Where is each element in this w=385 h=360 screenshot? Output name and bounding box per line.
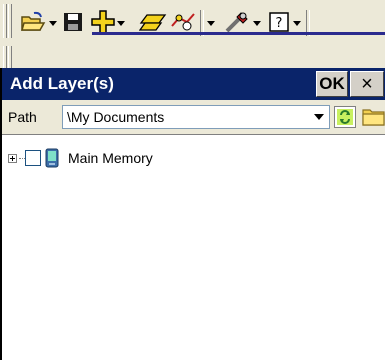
help-dropdown-arrow[interactable] [292,14,302,32]
pocket-pc-icon [44,148,60,168]
path-label: Path [8,109,37,125]
path-bar: Path \My Documents [2,100,385,134]
toolbar-grip[interactable] [8,46,12,68]
path-value: \My Documents [67,109,165,125]
toolbar-divider-line [92,32,385,35]
save-icon[interactable] [58,7,88,37]
svg-text:?: ? [276,16,283,31]
toolbar-grip[interactable] [3,4,7,38]
add-layer-dropdown-arrow[interactable] [116,14,126,32]
close-button[interactable]: × [350,71,384,97]
tree-item-label: Main Memory [68,150,153,166]
tree-item-main-memory[interactable]: Main Memory [8,147,153,169]
path-combobox[interactable]: \My Documents [62,105,330,129]
dialog-title: Add Layer(s) [10,74,114,93]
refresh-icon[interactable] [334,106,356,128]
toolbar-grip[interactable] [8,4,12,38]
open-dropdown-arrow[interactable] [48,14,58,32]
tools-dropdown-arrow[interactable] [252,14,262,32]
browse-folder-icon[interactable] [362,107,385,127]
main-toolbar: ? [0,0,385,46]
secondary-toolbar [0,46,385,68]
chevron-down-icon[interactable] [311,108,327,126]
expand-plus-icon[interactable] [8,153,17,163]
ok-button[interactable]: OK [316,71,348,97]
open-folder-icon[interactable] [18,7,48,37]
layer-checkbox[interactable] [25,150,41,166]
layer-tree[interactable]: Main Memory [2,134,385,360]
add-layers-dialog: Add Layer(s) OK × Path \My Documents Mai… [0,68,385,360]
toolbar-grip[interactable] [3,46,7,68]
dialog-titlebar: Add Layer(s) OK × [2,68,385,100]
edit-dropdown-arrow[interactable] [206,14,216,32]
